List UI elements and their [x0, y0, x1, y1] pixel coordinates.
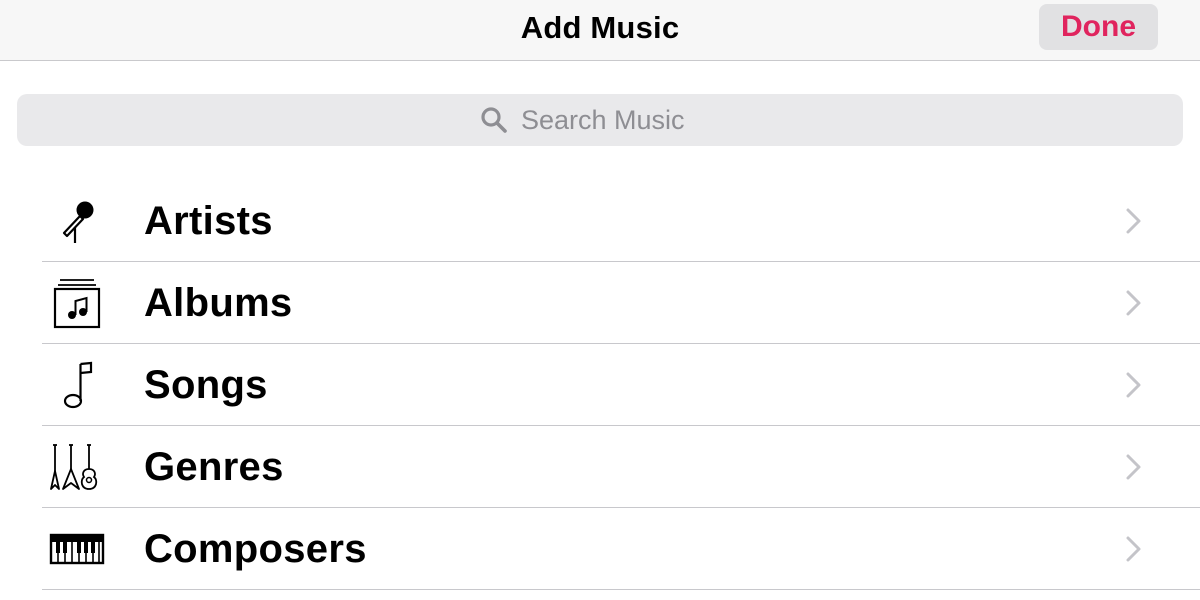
search-icon: [479, 105, 509, 135]
search-bar[interactable]: [17, 94, 1183, 146]
chevron-right-icon: [1122, 207, 1146, 235]
list-item-label: Composers: [144, 527, 367, 571]
navigation-bar: Add Music Done: [0, 0, 1200, 61]
list-item-label: Albums: [144, 281, 293, 325]
list-item-artists[interactable]: Artists: [0, 180, 1200, 262]
chevron-right-icon: [1122, 289, 1146, 317]
done-button[interactable]: Done: [1039, 4, 1158, 50]
album-icon: [44, 276, 110, 330]
chevron-right-icon: [1122, 535, 1146, 563]
category-list: Artists Albums Songs Genres Composers: [0, 180, 1200, 590]
list-item-composers[interactable]: Composers: [0, 508, 1200, 590]
chevron-right-icon: [1122, 453, 1146, 481]
list-item-label: Genres: [144, 445, 284, 489]
piano-keyboard-icon: [44, 522, 110, 576]
list-item-albums[interactable]: Albums: [0, 262, 1200, 344]
list-item-genres[interactable]: Genres: [0, 426, 1200, 508]
microphone-icon: [44, 194, 110, 248]
chevron-right-icon: [1122, 371, 1146, 399]
music-note-icon: [44, 358, 110, 412]
page-title: Add Music: [520, 10, 680, 45]
list-item-label: Artists: [144, 199, 273, 243]
list-item-songs[interactable]: Songs: [0, 344, 1200, 426]
divider: [42, 589, 1200, 590]
search-input[interactable]: [521, 104, 721, 136]
guitars-icon: [44, 440, 110, 494]
list-item-label: Songs: [144, 363, 268, 407]
